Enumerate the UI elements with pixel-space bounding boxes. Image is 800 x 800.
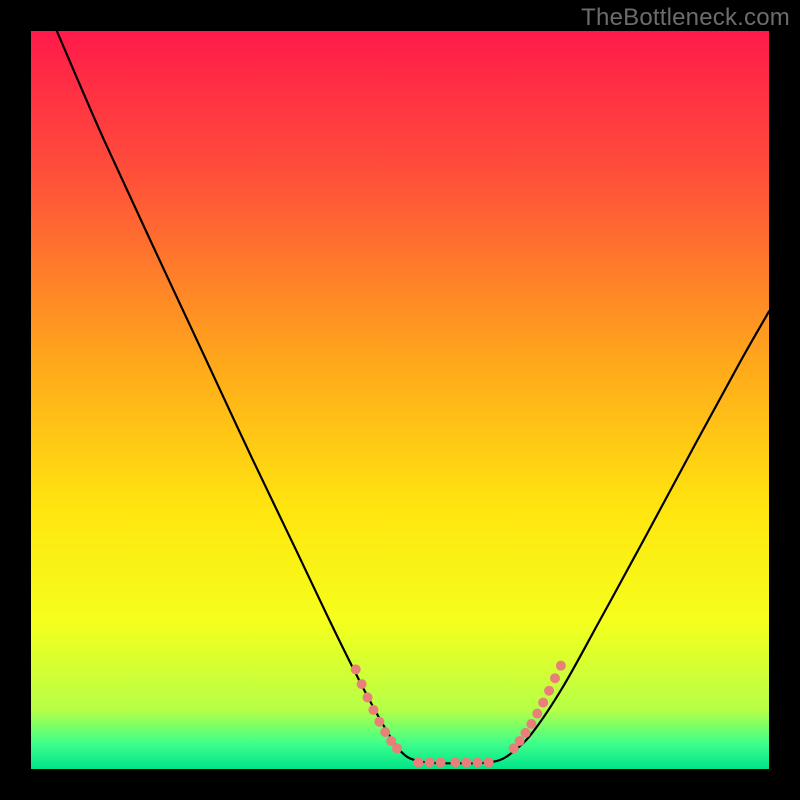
bottleneck-chart [0,0,800,800]
chart-frame: TheBottleneck.com [0,0,800,800]
gradient-background [31,31,769,769]
